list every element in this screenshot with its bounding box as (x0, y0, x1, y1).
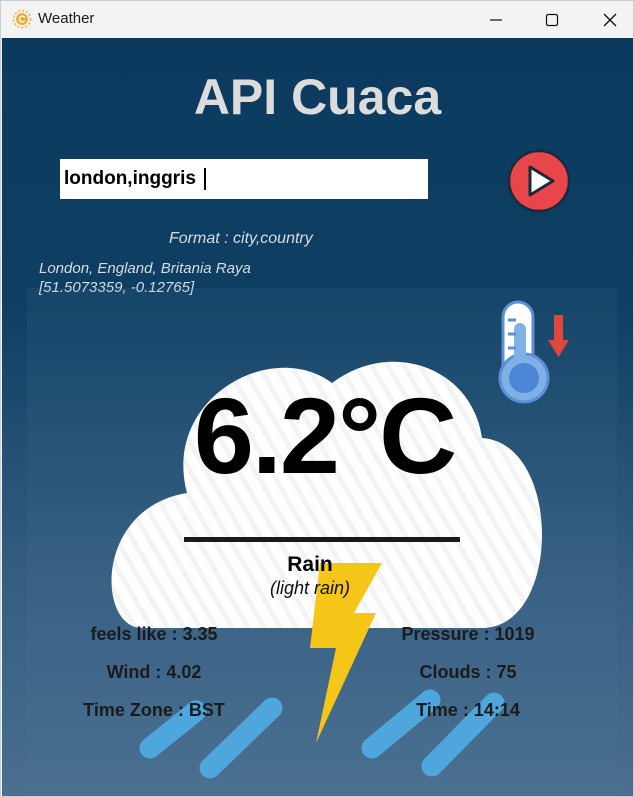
sun-icon: C (12, 9, 32, 29)
title-bar[interactable]: C Weather (1, 1, 633, 38)
close-icon (603, 13, 617, 27)
clouds-stat: Clouds : 75 (419, 662, 517, 682)
maximize-icon (545, 13, 559, 27)
minimize-button[interactable] (473, 1, 519, 38)
app-content: API Cuaca Format : city,country London, … (2, 38, 633, 796)
weather-condition: Rain (287, 553, 333, 576)
minimize-icon (490, 19, 502, 21)
temperature-value: 6.2°C (193, 375, 457, 496)
svg-text:C: C (18, 15, 25, 26)
temperature-underline (184, 537, 460, 542)
weather-description: (light rain) (269, 578, 351, 598)
pressure-stat: Pressure : 1019 (401, 624, 535, 644)
feels-like-stat: feels like : 3.35 (90, 624, 218, 644)
weather-window: C Weather API Cuaca london,inggris Forma… (0, 0, 634, 797)
wind-stat: Wind : 4.02 (106, 662, 202, 682)
time-zone-stat: Time Zone : BST (83, 700, 225, 720)
time-stat: Time : 14:14 (416, 700, 520, 720)
close-button[interactable] (587, 1, 633, 38)
thermometer-down-icon (498, 300, 569, 404)
window-title: Weather (38, 10, 95, 27)
maximize-button[interactable] (529, 1, 575, 38)
